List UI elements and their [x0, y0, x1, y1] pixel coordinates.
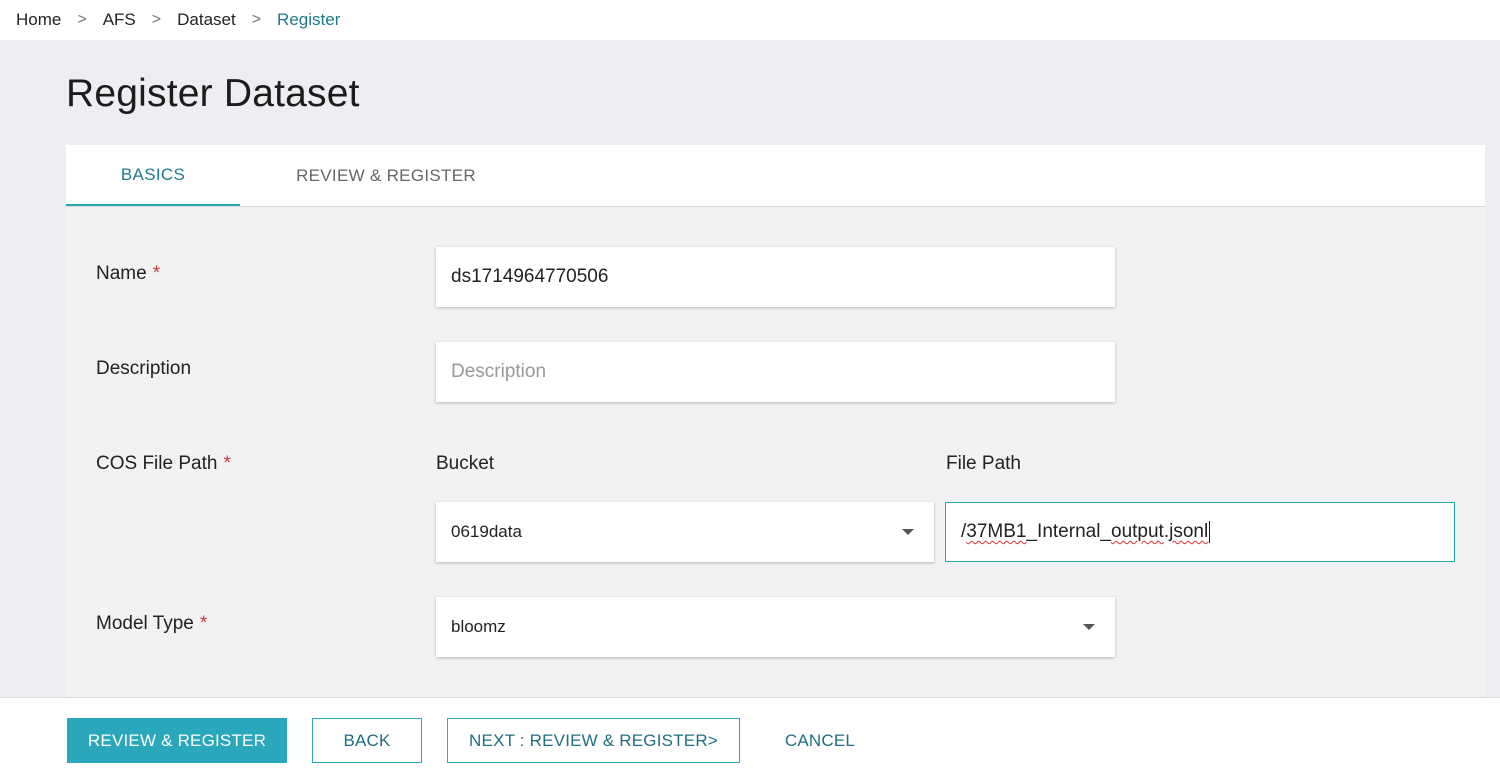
back-button[interactable]: BACK [312, 718, 422, 763]
file-path-label: File Path [946, 453, 1021, 474]
chevron-down-icon [1083, 624, 1095, 630]
tab-review-register[interactable]: REVIEW & REGISTER [266, 145, 506, 206]
required-mark: * [223, 453, 231, 474]
description-input[interactable] [436, 342, 1115, 402]
breadcrumb-afs[interactable]: AFS [103, 10, 136, 30]
file-path-part-misspelled: jsonl [1169, 521, 1209, 542]
file-path-part-misspelled: 37MB1 [966, 521, 1027, 542]
file-path-value: /37MB1_Internal_output.jsonl [961, 521, 1208, 543]
model-type-select[interactable]: bloomz [436, 597, 1115, 657]
tab-bar: BASICS REVIEW & REGISTER [66, 145, 1485, 207]
model-type-select-value: bloomz [451, 617, 506, 636]
cos-file-path-label: COS File Path * [96, 453, 231, 475]
breadcrumb-separator: > [77, 11, 87, 28]
name-input[interactable] [436, 247, 1115, 307]
bucket-select-value: 0619data [451, 522, 522, 541]
tab-basics[interactable]: BASICS [66, 145, 240, 206]
breadcrumb-home[interactable]: Home [16, 10, 61, 30]
required-mark: * [199, 613, 208, 634]
breadcrumb-separator: > [151, 11, 162, 28]
description-label: Description [96, 358, 192, 379]
breadcrumb: Home > AFS > Dataset > Register [0, 0, 1500, 40]
chevron-down-icon [902, 529, 914, 535]
file-path-input[interactable]: /37MB1_Internal_output.jsonl [945, 502, 1455, 562]
model-type-label-text: Model Type [96, 613, 194, 634]
breadcrumb-dataset[interactable]: Dataset [177, 10, 236, 30]
register-form-card: BASICS REVIEW & REGISTER Name* Descripti… [66, 145, 1485, 705]
review-register-button[interactable]: REVIEW & REGISTER [67, 718, 287, 763]
required-mark: * [152, 263, 161, 284]
cos-file-path-label-text: COS File Path [96, 453, 218, 474]
file-path-part: _Internal_ [1026, 521, 1111, 542]
next-review-register-button[interactable]: NEXT : REVIEW & REGISTER> [447, 718, 740, 763]
text-cursor [1209, 521, 1211, 543]
cancel-button[interactable]: CANCEL [770, 718, 870, 763]
action-footer: REVIEW & REGISTER BACK NEXT : REVIEW & R… [0, 697, 1500, 779]
page-title: Register Dataset [66, 72, 360, 115]
name-label: Name * [96, 263, 160, 285]
model-type-label: Model Type * [96, 613, 207, 635]
breadcrumb-register: Register [277, 10, 341, 29]
bucket-select[interactable]: 0619data [436, 502, 934, 562]
file-path-part-misspelled: output [1111, 521, 1164, 542]
breadcrumb-separator: > [251, 11, 262, 28]
bucket-label: Bucket [436, 453, 495, 474]
name-label-text: Name [96, 263, 147, 284]
